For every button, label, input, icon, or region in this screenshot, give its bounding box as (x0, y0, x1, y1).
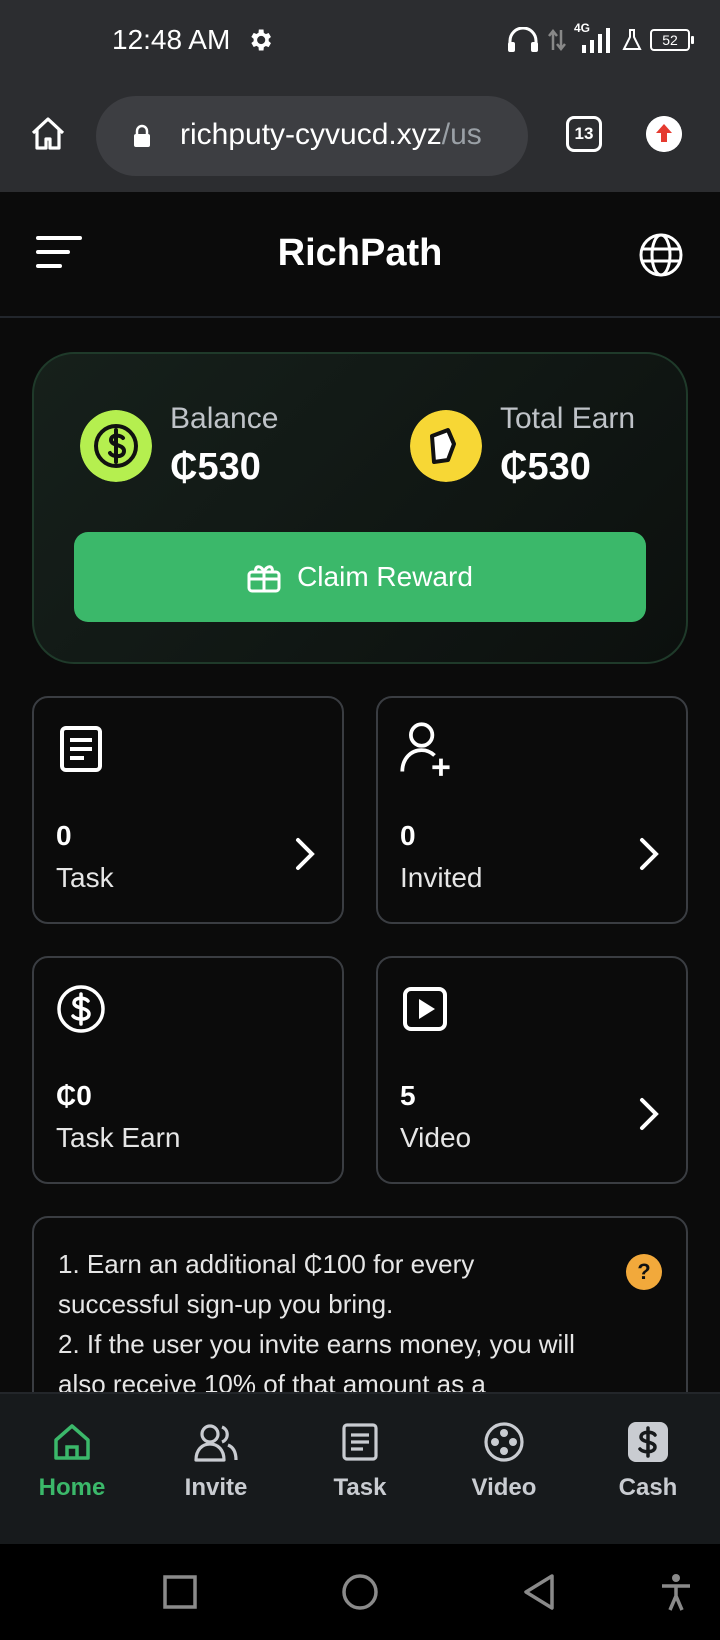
total-earn-section: Total Earn ₵530 (410, 402, 670, 502)
task-earn-label: Task Earn (56, 1122, 181, 1153)
bottom-nav: Home Invite Task Video Cash (0, 1392, 720, 1544)
browser-toolbar: richputy-cyvucd.xyz/us 13 (0, 84, 720, 192)
url-host: richputy-cyvucd.xyz (180, 118, 442, 151)
nav-task-label: Task (333, 1474, 387, 1501)
signal-icon: 4G (574, 21, 614, 55)
app-title: RichPath (277, 232, 443, 274)
battery-icon: 52 (650, 29, 694, 51)
gear-icon (251, 29, 271, 51)
dollar-coin-icon (80, 410, 152, 482)
nav-video[interactable]: Video (432, 1420, 576, 1502)
recents-icon[interactable] (160, 1572, 200, 1612)
total-earn-label: Total Earn (500, 402, 636, 435)
coins-icon (410, 410, 482, 482)
status-time: 12:48 AM (112, 24, 231, 55)
info-line-1: 1. Earn an additional ₵100 for every suc… (58, 1249, 475, 1319)
balance-value: ₵530 (170, 446, 261, 488)
nav-invite-label: Invite (184, 1474, 248, 1501)
balance-section: Balance ₵530 (80, 402, 360, 502)
video-label: Video (400, 1122, 472, 1153)
total-earn-value: ₵530 (500, 446, 591, 488)
nav-cash[interactable]: Cash (576, 1420, 720, 1502)
headphones-icon (508, 27, 538, 52)
play-icon (403, 987, 447, 1031)
help-icon[interactable]: ? (626, 1254, 662, 1290)
home-icon (54, 1424, 90, 1460)
home-icon[interactable] (28, 114, 68, 154)
lock-icon (134, 124, 150, 147)
app-header: RichPath (0, 192, 720, 318)
globe-icon[interactable] (638, 232, 684, 278)
gift-icon (247, 565, 281, 593)
flask-icon (622, 29, 642, 50)
chevron-right-icon (640, 838, 659, 870)
balance-card: Balance ₵530 Total Earn ₵530 Claim Rewar… (32, 352, 688, 664)
invite-info-text: 1. Earn an additional ₵100 for every suc… (58, 1244, 588, 1404)
nav-home-label: Home (38, 1474, 106, 1501)
claim-reward-label: Claim Reward (297, 561, 473, 592)
task-earn-value: ₵0 (56, 1080, 92, 1111)
nav-invite[interactable]: Invite (144, 1420, 288, 1502)
invite-info-card: 1. Earn an additional ₵100 for every suc… (32, 1216, 688, 1416)
system-nav-bar (0, 1544, 720, 1640)
claim-reward-button[interactable]: Claim Reward (74, 532, 646, 622)
url-path: /us (441, 118, 482, 151)
url-bar[interactable]: richputy-cyvucd.xyz/us (96, 96, 528, 176)
add-user-icon (400, 722, 450, 776)
task-card[interactable]: 0 Task (32, 696, 344, 924)
tabs-button[interactable]: 13 (566, 116, 602, 152)
task-earn-card: ₵0 Task Earn (32, 956, 344, 1184)
invited-card[interactable]: 0 Invited (376, 696, 688, 924)
status-bar: 12:48 AM 4G 52 (0, 0, 720, 84)
video-card[interactable]: 5 Video (376, 956, 688, 1184)
nav-cash-label: Cash (618, 1474, 678, 1501)
balance-label: Balance (170, 402, 279, 435)
chevron-right-icon (296, 838, 315, 870)
film-reel-icon (484, 1422, 524, 1462)
url-text: richputy-cyvucd.xyz/us (180, 118, 516, 152)
users-icon (194, 1424, 238, 1462)
home-circle-icon[interactable] (340, 1572, 380, 1612)
dollar-icon (628, 1422, 668, 1462)
accessibility-icon[interactable] (656, 1572, 696, 1612)
invited-count: 0 (400, 820, 416, 851)
document-icon (60, 726, 102, 772)
update-icon[interactable] (646, 116, 682, 152)
network-type: 4G (574, 21, 591, 35)
dollar-circle-icon (57, 985, 105, 1033)
data-arrows-icon (548, 28, 566, 52)
nav-video-label: Video (471, 1474, 537, 1501)
nav-task[interactable]: Task (288, 1420, 432, 1502)
video-count: 5 (400, 1080, 416, 1111)
task-count: 0 (56, 820, 72, 851)
chevron-right-icon (640, 1098, 659, 1130)
invited-label: Invited (400, 862, 483, 893)
system-icons: 4G 52 (506, 21, 694, 58)
nav-home[interactable]: Home (0, 1420, 144, 1502)
task-label: Task (56, 862, 114, 893)
document-icon (342, 1423, 378, 1461)
back-icon[interactable] (520, 1572, 560, 1612)
